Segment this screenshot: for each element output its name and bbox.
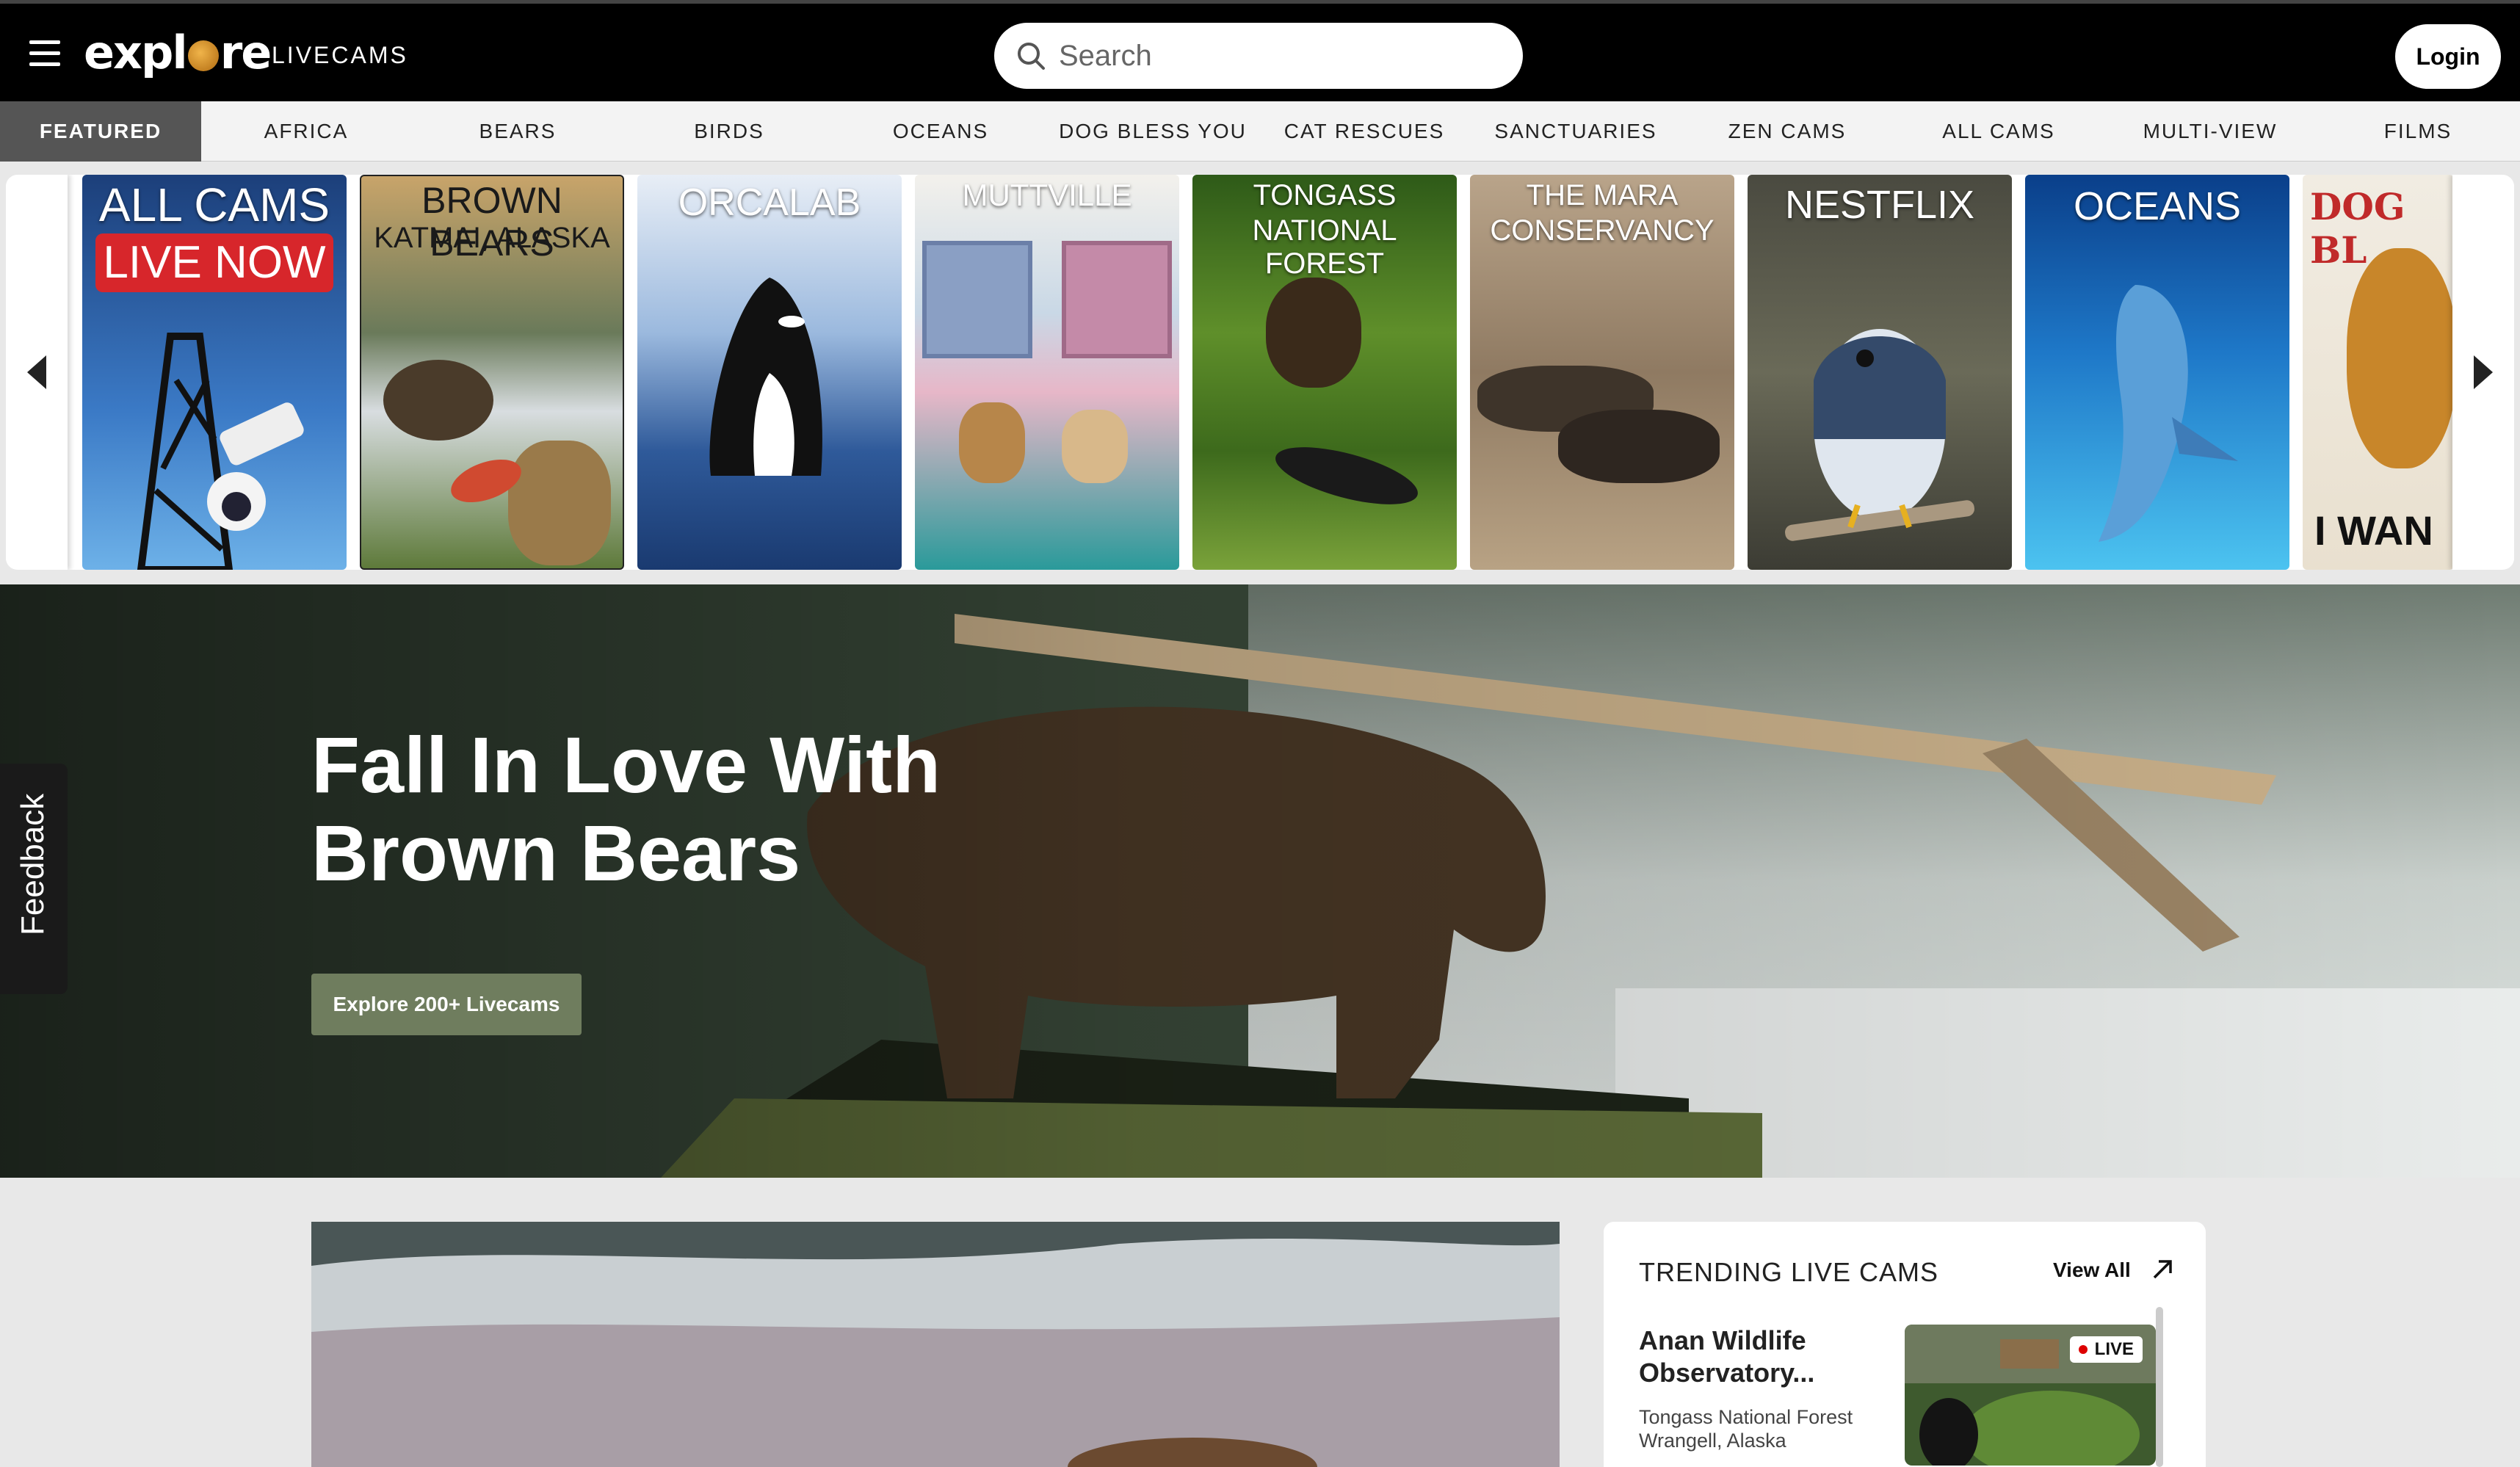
dog-shape (959, 402, 1025, 483)
explore-livecams-button[interactable]: Explore 200+ Livecams (311, 974, 582, 1035)
trending-item-location-line2: Wrangell, Alaska (1639, 1430, 1786, 1452)
tile-title: OCEANS (2073, 184, 2242, 228)
tab-oceans[interactable]: OCEANS (834, 101, 1047, 162)
search-input[interactable] (1059, 36, 1499, 76)
carousel-tile-all-cams[interactable]: ALL CAMS LIVE NOW (82, 175, 347, 570)
feedback-tab[interactable]: Feedback (0, 764, 68, 994)
caret-right-icon (2474, 355, 2493, 389)
bear-shape (1266, 278, 1361, 388)
trending-scrollbar[interactable] (2156, 1307, 2163, 1467)
tab-featured[interactable]: FEATURED (0, 101, 201, 162)
hero-headline: Fall In Love With Brown Bears (311, 720, 941, 897)
bear-shape (508, 441, 611, 565)
tab-films[interactable]: FILMS (2316, 101, 2520, 162)
tile-title: NESTFLIX (1784, 183, 1975, 227)
feedback-label: Feedback (15, 793, 51, 935)
live-badge-label: LIVE (2094, 1339, 2134, 1359)
trending-item-name: Anan Wildlife Observatory... (1639, 1325, 1815, 1388)
tile-subtitle: I WAN (2314, 507, 2433, 554)
carousel-tile-the-mara[interactable]: THE MARA CONSERVANCY (1470, 175, 1734, 570)
trending-item-location-line1: Tongass National Forest (1639, 1406, 1853, 1428)
carousel-tile-brown-bears[interactable]: BROWN BEARS KATMAI, ALASKA (360, 175, 624, 570)
trending-item-location: Tongass National Forest Wrangell, Alaska (1639, 1405, 1889, 1452)
bear-shape (383, 360, 493, 441)
falcon-illustration (1785, 329, 1974, 541)
tile-title: TONGASS (1253, 179, 1397, 211)
explore-logo[interactable]: expl re (84, 26, 272, 79)
eagle-shape (1270, 435, 1424, 516)
kennel-shape (922, 241, 1032, 358)
camera-tower-illustration (137, 333, 304, 570)
tab-multi-view[interactable]: MULTI-VIEW (2104, 101, 2316, 162)
dog-shape (2347, 248, 2454, 468)
category-nav: FEATURED AFRICA BEARS BIRDS OCEANS DOG B… (0, 101, 2520, 162)
search-bar[interactable] (994, 23, 1523, 89)
hero-banner: Fall In Love With Brown Bears Explore 20… (0, 584, 2520, 1178)
carousel-tile-muttville[interactable]: MUTTVILLE (915, 175, 1179, 570)
tab-birds[interactable]: BIRDS (624, 101, 834, 162)
search-icon (1018, 43, 1045, 70)
wildebeest-shape (1558, 410, 1720, 483)
tab-zen-cams[interactable]: ZEN CAMS (1681, 101, 1893, 162)
tab-dog-bless-you[interactable]: DOG BLESS YOU (1047, 101, 1259, 162)
live-dot-icon (2078, 1345, 2088, 1354)
dolphin-illustration (2099, 285, 2238, 542)
hamburger-menu-icon[interactable] (29, 40, 60, 67)
tile-subtitle: KATMAI, ALASKA (374, 222, 610, 254)
carousel-tile-tongass[interactable]: TONGASS NATIONAL FOREST (1192, 175, 1457, 570)
login-button[interactable]: Login (2395, 24, 2501, 89)
featured-video-player[interactable] (311, 1222, 1560, 1467)
tile-title: THE MARA (1526, 179, 1679, 211)
tab-sanctuaries[interactable]: SANCTUARIES (1470, 101, 1681, 162)
livecams-label[interactable]: LIVECAMS (272, 42, 408, 69)
carousel-tile-nestflix[interactable]: NESTFLIX (1748, 175, 2012, 570)
caret-left-icon (27, 355, 46, 389)
live-badge: LIVE (2069, 1336, 2143, 1363)
tab-africa[interactable]: AFRICA (201, 101, 411, 162)
tile-live-now-badge: LIVE NOW (95, 233, 333, 292)
tile-subtitle: CONSERVANCY (1490, 214, 1715, 247)
tile-title: ALL CAMS (98, 178, 330, 231)
tile-subtitle: NATIONAL FOREST (1252, 214, 1397, 280)
dog-shape (1062, 410, 1128, 483)
trending-heading: TRENDING LIVE CAMS (1639, 1257, 1939, 1287)
tab-cat-rescues[interactable]: CAT RESCUES (1259, 101, 1470, 162)
carousel-prev-button[interactable] (6, 175, 68, 570)
tile-title: MUTTVILLE (962, 178, 1132, 212)
orca-illustration (709, 278, 822, 476)
tab-bears[interactable]: BEARS (411, 101, 624, 162)
kennel-shape (1062, 241, 1172, 358)
trending-item[interactable]: Anan Wildlife Observatory... Tongass Nat… (1639, 1325, 2168, 1466)
trending-item-thumbnail[interactable]: LIVE (1905, 1325, 2156, 1466)
arrow-up-right-icon[interactable] (2150, 1256, 2176, 1282)
trending-live-cams-panel: TRENDING LIVE CAMS View All Anan Wildlif… (1604, 1222, 2206, 1467)
featured-carousel: ALL CAMS LIVE NOW BROWN BEARS KATMAI, AL… (6, 175, 2514, 570)
carousel-tile-dog-bless[interactable]: DOG BL I WAN (2303, 175, 2454, 570)
tab-all-cams[interactable]: ALL CAMS (1893, 101, 2104, 162)
tile-title: ORCALAB (678, 181, 861, 224)
top-bar: explre LIVECAMS Login (0, 0, 2520, 101)
carousel-tile-oceans[interactable]: OCEANS (2025, 175, 2289, 570)
video-frame-image (311, 1222, 1560, 1467)
view-all-link[interactable]: View All (2053, 1258, 2131, 1282)
carousel-tile-orcalab[interactable]: ORCALAB (637, 175, 902, 570)
carousel-next-button[interactable] (2452, 175, 2514, 570)
